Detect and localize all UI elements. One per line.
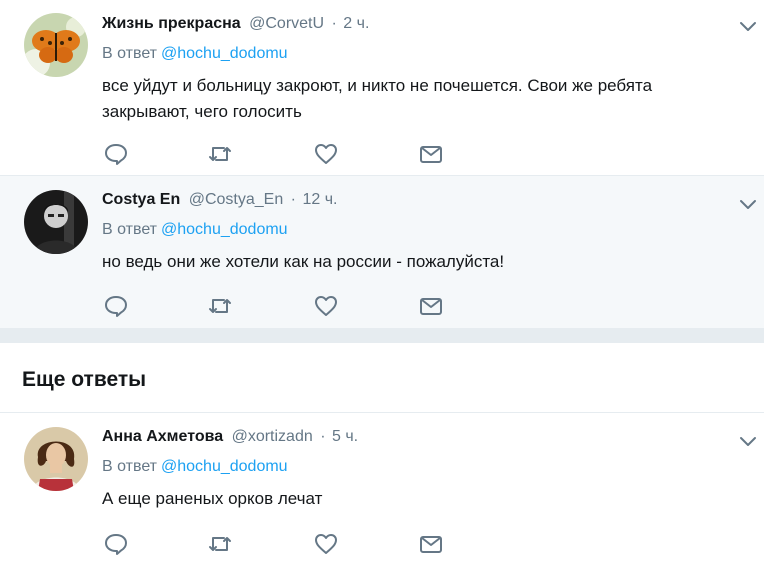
timestamp[interactable]: 2 ч. [343, 15, 369, 32]
reply-prefix: В ответ [102, 221, 158, 238]
chevron-down-icon[interactable] [738, 431, 758, 451]
tweet-header: Жизнь прекрасна @CorvetU · 2 ч. [102, 14, 369, 34]
tweet-text: все уйдут и больницу закроют, и никто не… [102, 76, 653, 121]
reply-context: В ответ @hochu_dodomu [102, 457, 288, 477]
replies-feed: Жизнь прекрасна @CorvetU · 2 ч. В ответ @… [0, 0, 764, 571]
avatar[interactable] [24, 427, 88, 491]
tweet[interactable]: Жизнь прекрасна @CorvetU · 2 ч. В ответ @… [0, 0, 764, 176]
avatar[interactable] [24, 190, 88, 254]
tweet-header: Costya En @Costya_En · 12 ч. [102, 190, 337, 210]
separator: · [331, 15, 337, 32]
message-icon[interactable] [419, 533, 443, 555]
display-name[interactable]: Costya En [102, 191, 180, 208]
person-dark-avatar-image [24, 190, 88, 254]
separator: · [290, 191, 296, 208]
retweet-icon[interactable] [208, 295, 232, 317]
section-divider [0, 329, 764, 343]
tweet-text: но ведь они же хотели как на россии - по… [102, 252, 505, 271]
tweet[interactable]: Costya En @Costya_En · 12 ч. В ответ @hoc… [0, 176, 764, 329]
retweet-icon[interactable] [208, 533, 232, 555]
woman-painting-avatar-image [24, 427, 88, 491]
display-name[interactable]: Жизнь прекрасна [102, 15, 241, 32]
butterfly-avatar-image [24, 13, 88, 77]
separator: · [320, 428, 326, 445]
reply-context: В ответ @hochu_dodomu [102, 44, 288, 64]
like-icon[interactable] [314, 143, 338, 165]
tweet-text: А еще раненых орков лечат [102, 489, 323, 508]
more-replies-header: Еще ответы [0, 343, 764, 413]
username[interactable]: @Costya_En [189, 191, 284, 208]
avatar[interactable] [24, 13, 88, 77]
chevron-down-icon[interactable] [738, 16, 758, 36]
reply-icon[interactable] [104, 295, 128, 317]
username[interactable]: @CorvetU [249, 15, 324, 32]
like-icon[interactable] [314, 533, 338, 555]
username[interactable]: @xortizadn [232, 428, 313, 445]
mention-link[interactable]: @hochu_dodomu [161, 221, 288, 238]
reply-context: В ответ @hochu_dodomu [102, 220, 288, 240]
message-icon[interactable] [419, 143, 443, 165]
reply-icon[interactable] [104, 143, 128, 165]
timestamp[interactable]: 12 ч. [302, 191, 337, 208]
reply-prefix: В ответ [102, 45, 158, 62]
tweet-header: Анна Ахметова @xortizadn · 5 ч. [102, 427, 358, 447]
display-name[interactable]: Анна Ахметова [102, 428, 223, 445]
message-icon[interactable] [419, 295, 443, 317]
tweet[interactable]: Анна Ахметова @xortizadn · 5 ч. В ответ @… [0, 413, 764, 571]
more-replies-title: Еще ответы [22, 368, 147, 391]
like-icon[interactable] [314, 295, 338, 317]
mention-link[interactable]: @hochu_dodomu [161, 458, 288, 475]
reply-prefix: В ответ [102, 458, 158, 475]
chevron-down-icon[interactable] [738, 194, 758, 214]
timestamp[interactable]: 5 ч. [332, 428, 358, 445]
reply-icon[interactable] [104, 533, 128, 555]
retweet-icon[interactable] [208, 143, 232, 165]
mention-link[interactable]: @hochu_dodomu [161, 45, 288, 62]
